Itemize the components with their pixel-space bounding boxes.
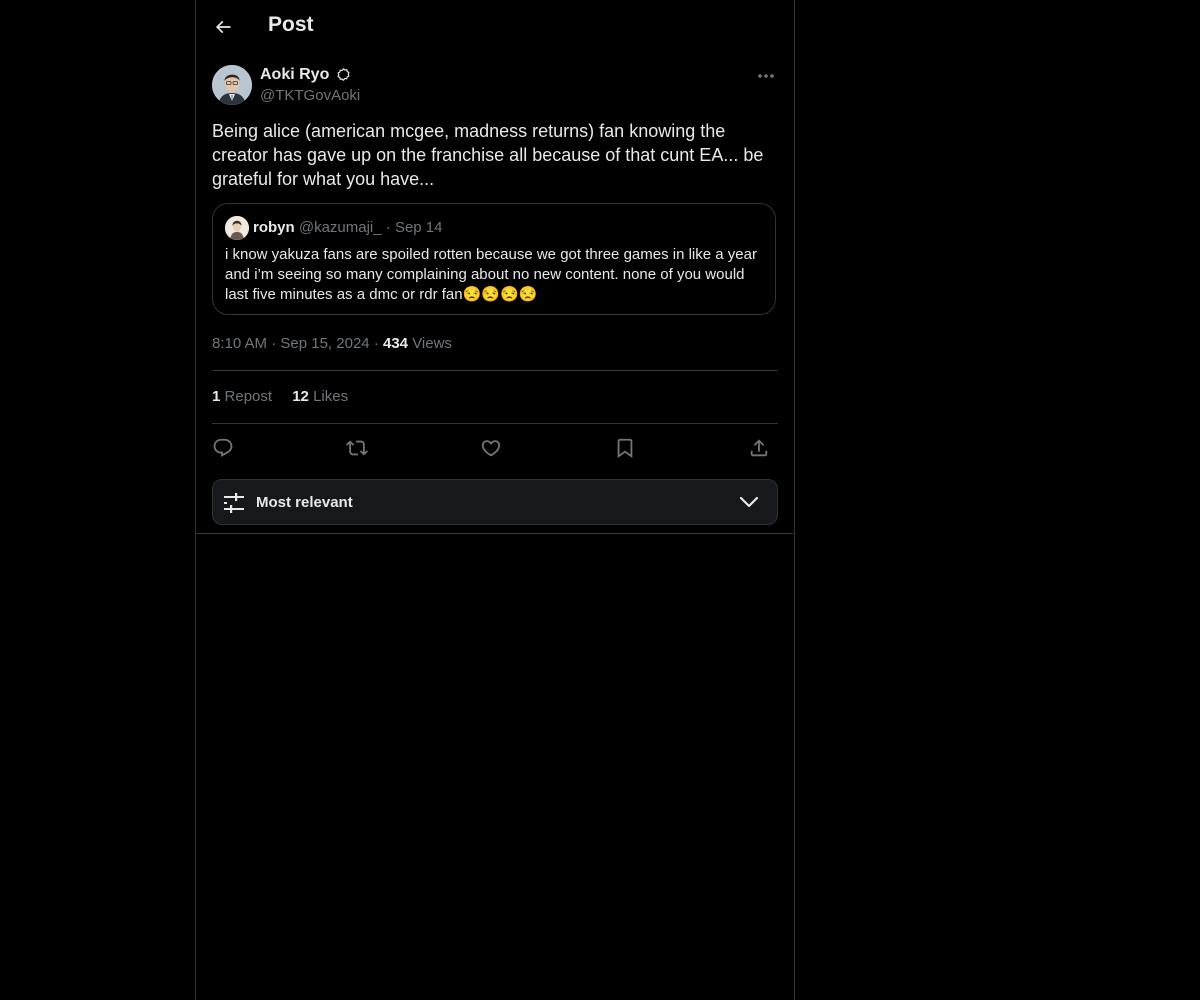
likes-stat[interactable]: 12 Likes (292, 388, 348, 405)
sort-replies-dropdown[interactable]: Most relevant (212, 479, 778, 525)
likes-count: 12 (292, 388, 309, 405)
meta-separator: · (373, 335, 379, 352)
post-meta: 8:10 AM · Sep 15, 2024 · 434 Views (212, 335, 452, 352)
post-stats: 1 Repost 12 Likes (212, 388, 364, 405)
reposts-stat[interactable]: 1 Repost (212, 388, 272, 405)
repost-button[interactable] (344, 435, 370, 461)
action-bar (212, 433, 778, 463)
views-label: Views (412, 335, 452, 352)
header: Post (196, 0, 794, 54)
author-handle[interactable]: @TKTGovAoki (260, 87, 360, 104)
more-icon (758, 74, 774, 78)
author-row: Aoki Ryo @TKTGovAoki (212, 64, 778, 108)
post-time[interactable]: 8:10 AM (212, 335, 267, 352)
quote-avatar (225, 216, 249, 240)
quote-separator: · (385, 219, 391, 236)
avatar[interactable] (212, 65, 252, 105)
sort-label: Most relevant (256, 494, 353, 511)
quoted-post[interactable]: robyn @kazumaji_ · Sep 14 i know yakuza … (212, 203, 776, 315)
repost-icon (346, 440, 368, 456)
like-icon (481, 440, 501, 457)
like-button[interactable] (478, 435, 504, 461)
share-button[interactable] (746, 435, 772, 461)
chevron-down-icon (739, 495, 759, 509)
reposts-label: Repost (224, 388, 273, 405)
bookmark-button[interactable] (612, 435, 638, 461)
reply-button[interactable] (210, 435, 236, 461)
views-count: 434 (382, 335, 409, 352)
quote-header: robyn @kazumaji_ · Sep 14 (253, 219, 443, 236)
avatar-image (212, 65, 252, 105)
post-date[interactable]: Sep 15, 2024 (280, 335, 369, 352)
post-text: Being alice (american mcgee, madness ret… (212, 121, 764, 189)
bookmark-icon (617, 438, 633, 459)
likes-label: Likes (313, 388, 349, 405)
divider (212, 370, 778, 371)
divider (196, 533, 794, 534)
back-arrow-icon (215, 20, 231, 34)
main-column: Post Aoki Ryo @TKTGovAoki Being alice (a… (195, 0, 795, 1000)
share-icon (750, 439, 768, 457)
reply-icon (213, 438, 233, 457)
quote-date: Sep 14 (394, 219, 443, 236)
author-name: Aoki Ryo (260, 66, 330, 83)
divider (212, 423, 778, 424)
quote-author-name: robyn (253, 219, 295, 236)
reposts-count: 1 (212, 388, 221, 405)
quote-text: i know yakuza fans are spoiled rotten be… (225, 246, 757, 303)
verified-badge-icon (337, 68, 350, 81)
back-button[interactable] (210, 14, 236, 40)
meta-separator: · (271, 335, 277, 352)
sliders-icon (223, 492, 245, 514)
quote-author-handle: @kazumaji_ (298, 219, 382, 236)
author-name-row[interactable]: Aoki Ryo (260, 66, 350, 84)
more-button[interactable] (754, 66, 778, 86)
page-title: Post (268, 13, 314, 36)
